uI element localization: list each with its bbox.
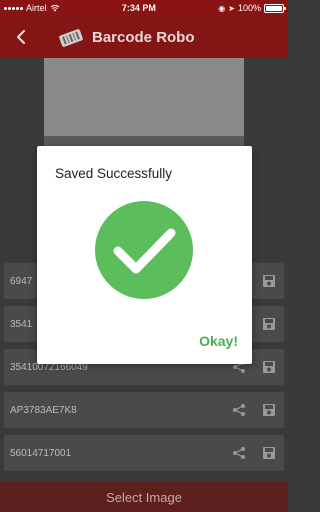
okay-button[interactable]: Okay! (199, 333, 238, 349)
check-circle-icon (95, 201, 193, 299)
dialog-title: Saved Successfully (55, 166, 173, 181)
success-dialog: Saved Successfully Okay! (37, 146, 252, 364)
